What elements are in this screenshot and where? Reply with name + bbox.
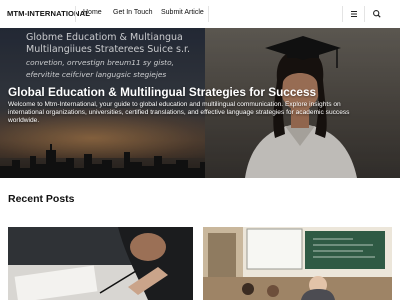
post-thumbnail-image[interactable] <box>203 227 392 300</box>
site-logo[interactable]: MTM-INTERNATIONAL <box>7 9 90 18</box>
hero-background-text: efervitite ceifciver langugsic stegiejes <box>26 70 167 79</box>
hero-title: Global Education & Multilingual Strategi… <box>8 85 317 99</box>
nav-item-submit-article[interactable]: Submit Article <box>161 9 204 16</box>
post-card[interactable] <box>203 227 392 300</box>
recent-posts-heading: Recent Posts <box>8 193 75 205</box>
nav-item-get-in-touch[interactable]: Get In Touch <box>113 9 153 16</box>
search-icon[interactable] <box>371 8 383 20</box>
hero-background-text: Globme Educatiom & Multiangua <box>26 32 183 43</box>
post-card[interactable] <box>8 227 193 300</box>
nav-item-home[interactable]: Home <box>83 9 102 16</box>
header-divider <box>342 6 343 22</box>
header-divider <box>208 6 209 22</box>
hero-background-text: convetion, orrvestign breum11 sy gisto, <box>26 58 174 67</box>
hero-banner: Globme Educatiom & Multiangua Multilangi… <box>0 28 400 178</box>
header-divider <box>364 6 365 22</box>
site-header: MTM-INTERNATIONAL Home Get In Touch Subm… <box>0 0 400 29</box>
post-thumbnail-image[interactable] <box>8 227 193 300</box>
hero-background-text: Multilangiiues Straterees Suice s.r. <box>26 44 191 55</box>
menu-icon[interactable] <box>348 8 360 20</box>
hero-description: Welcome to Mtm-International, your guide… <box>8 101 350 125</box>
header-divider <box>75 6 76 22</box>
